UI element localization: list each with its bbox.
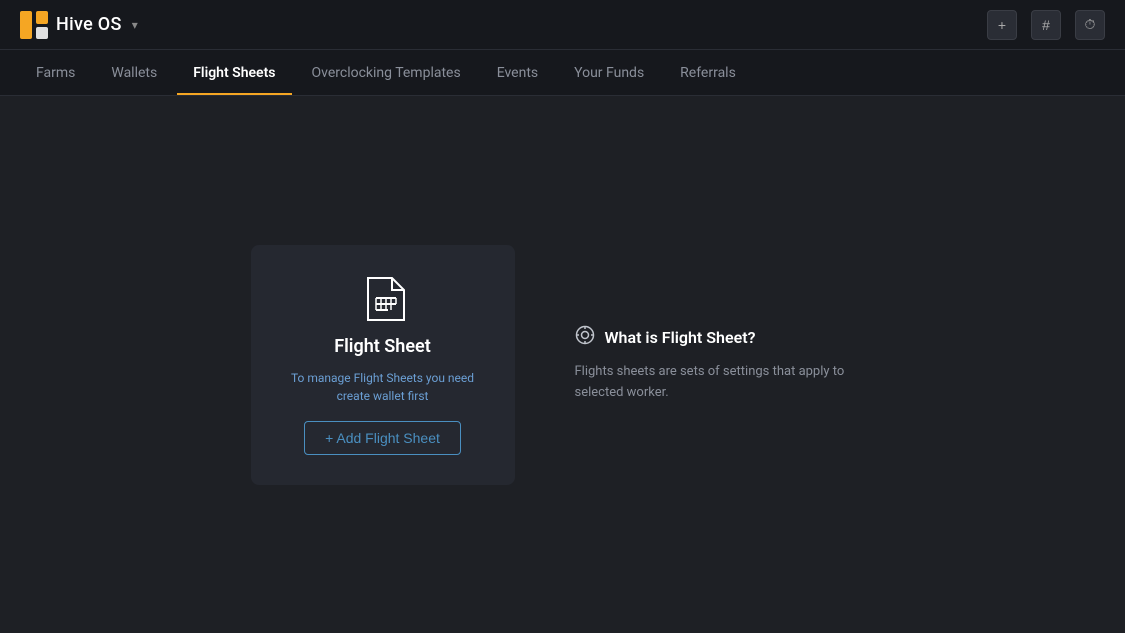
logo-icon (20, 11, 48, 39)
info-description: Flights sheets are sets of settings that… (575, 362, 875, 404)
nav-item-wallets[interactable]: Wallets (95, 50, 173, 95)
header-right: + # ⏱ (987, 10, 1105, 40)
brand-name: Hive OS (56, 14, 122, 35)
search-clock-icon (575, 325, 595, 345)
nav-item-overclocking[interactable]: Overclocking Templates (296, 50, 477, 95)
info-title: What is Flight Sheet? (575, 325, 875, 350)
header: Hive OS ▾ + # ⏱ (0, 0, 1125, 50)
header-left: Hive OS ▾ (20, 11, 138, 39)
info-panel: What is Flight Sheet? Flights sheets are… (575, 325, 875, 404)
nav-item-referrals[interactable]: Referrals (664, 50, 752, 95)
add-flight-sheet-button[interactable]: + Add Flight Sheet (304, 421, 461, 455)
card-subtitle: To manage Flight Sheets you need create … (275, 369, 491, 405)
clock-button[interactable]: ⏱ (1075, 10, 1105, 40)
hash-button[interactable]: # (1031, 10, 1061, 40)
brand-dropdown-icon[interactable]: ▾ (132, 18, 138, 32)
add-button[interactable]: + (987, 10, 1017, 40)
nav-item-events[interactable]: Events (481, 50, 554, 95)
file-sheet-icon (358, 274, 408, 324)
flight-sheet-card: Flight Sheet To manage Flight Sheets you… (251, 245, 515, 485)
nav-item-flight-sheets[interactable]: Flight Sheets (177, 50, 291, 95)
nav-item-your-funds[interactable]: Your Funds (558, 50, 660, 95)
card-title: Flight Sheet (334, 336, 431, 357)
info-title-text: What is Flight Sheet? (605, 328, 756, 347)
nav: Farms Wallets Flight Sheets Overclocking… (0, 50, 1125, 96)
info-icon (575, 325, 595, 350)
nav-item-farms[interactable]: Farms (20, 50, 91, 95)
main-content: Flight Sheet To manage Flight Sheets you… (0, 96, 1125, 633)
